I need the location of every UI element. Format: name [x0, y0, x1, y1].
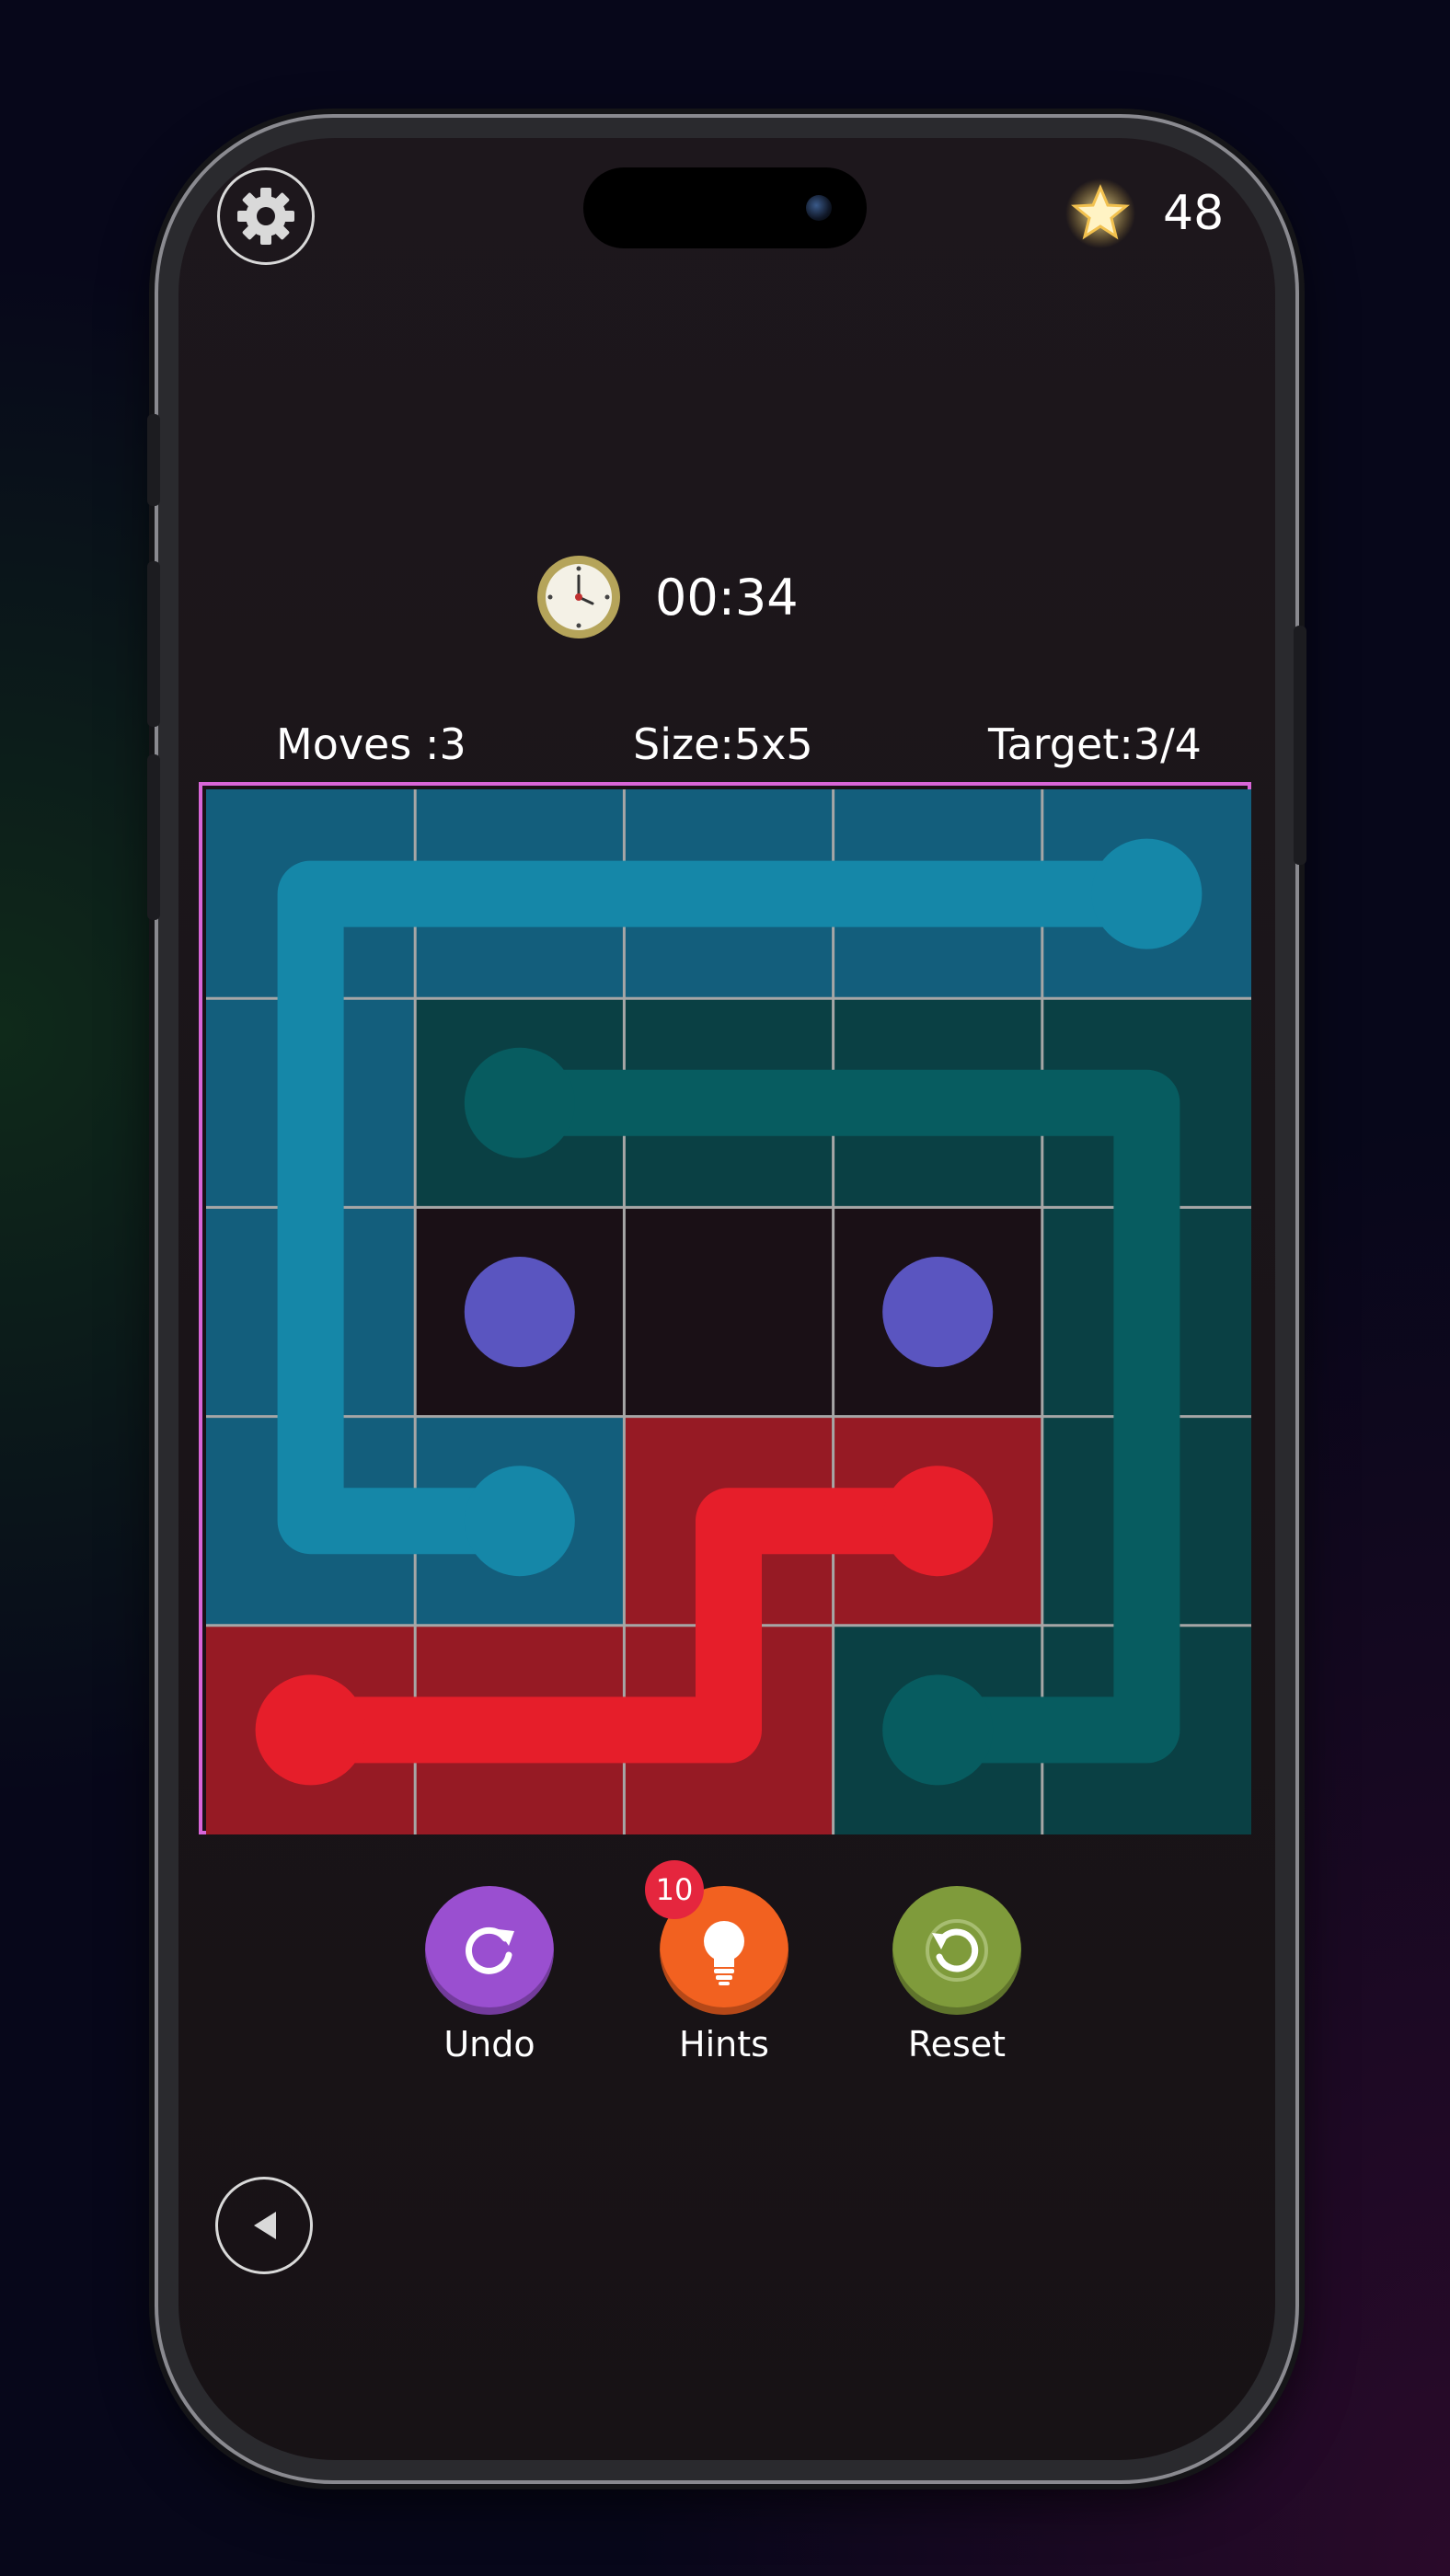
phone-side-button — [147, 754, 160, 920]
timer-text: 00:34 — [655, 568, 799, 627]
hints-button[interactable]: 10 Hints — [645, 1860, 793, 2064]
red-endpoint — [882, 1466, 994, 1577]
game-screen: 48 00:34 Moves :3 Size:5x5 Target:3/4 Un… — [178, 138, 1275, 2460]
gear-icon — [237, 188, 294, 245]
phone-side-button — [147, 561, 160, 727]
reset-circle[interactable] — [892, 1886, 1021, 2015]
blue-endpoint — [1091, 838, 1203, 949]
purple-dot — [882, 1257, 994, 1367]
settings-button[interactable] — [217, 167, 315, 265]
back-triangle-icon — [254, 2212, 276, 2239]
teal-endpoint — [464, 1047, 575, 1158]
undo-circle[interactable] — [425, 1886, 554, 2015]
board-grid[interactable] — [206, 789, 1251, 1834]
reset-button[interactable]: Reset — [888, 1886, 1026, 2064]
moves-counter: Moves :3 — [276, 719, 466, 769]
purple-dot — [464, 1257, 575, 1367]
red-endpoint — [255, 1674, 366, 1786]
board-size: Size:5x5 — [633, 719, 813, 769]
undo-button[interactable]: Undo — [420, 1886, 558, 2064]
board-cell[interactable] — [624, 1207, 834, 1417]
game-board[interactable] — [199, 782, 1251, 1834]
hints-badge: 10 — [645, 1860, 704, 1919]
camera-icon — [806, 195, 832, 221]
phone-side-button — [147, 414, 160, 506]
undo-label: Undo — [443, 2024, 535, 2064]
timer: 00:34 — [535, 554, 799, 640]
lightbulb-icon — [704, 1921, 744, 1985]
star-count: 48 — [1163, 186, 1225, 241]
phone-side-button — [1294, 626, 1306, 865]
star-icon — [1064, 177, 1137, 250]
teal-endpoint — [882, 1674, 994, 1786]
dynamic-island — [583, 167, 867, 248]
blue-endpoint — [464, 1466, 575, 1577]
target-progress: Target:3/4 — [988, 719, 1202, 769]
back-button[interactable] — [215, 2177, 313, 2274]
hints-label: Hints — [679, 2024, 769, 2064]
clock-icon — [537, 556, 620, 638]
reset-label: Reset — [907, 2024, 1007, 2064]
reset-arrow-icon — [926, 1919, 988, 1982]
redo-arrow-icon — [466, 1926, 514, 1974]
